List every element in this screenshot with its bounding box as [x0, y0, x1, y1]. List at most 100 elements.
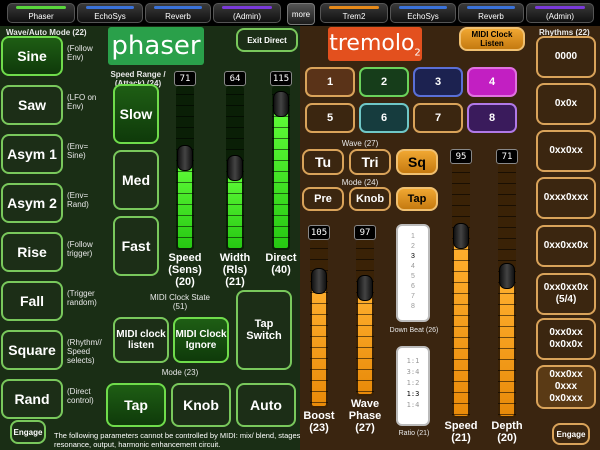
trem-midi-clock-listen-button[interactable]: MIDI Clock Listen [459, 27, 525, 51]
tremolo-engage-button[interactable]: Engage [552, 423, 590, 445]
slider-segment-line [226, 105, 244, 106]
exit-direct-button[interactable]: Exit Direct [236, 28, 298, 52]
slider-segment-line [356, 325, 374, 326]
tab-reverb-left[interactable]: Reverb [145, 3, 211, 23]
trem-mode-tap-button[interactable]: Tap [396, 187, 438, 211]
slider-segment-line [272, 171, 290, 172]
tab-echosys-right[interactable]: EchoSys [390, 3, 456, 23]
tap-switch-button[interactable]: Tap Switch [236, 290, 292, 370]
wave-mode-saw-button[interactable]: Saw [1, 85, 63, 125]
midi-clock-ignore-button[interactable]: MIDI Clock Ignore [173, 317, 229, 363]
mode-auto-button[interactable]: Auto [236, 383, 296, 427]
ratio-option[interactable]: 1:3 [398, 389, 428, 400]
tab-echosys-left[interactable]: EchoSys [77, 3, 143, 23]
slider-thumb[interactable] [177, 145, 193, 171]
preset-5-button[interactable]: 5 [305, 103, 355, 133]
slider-thumb[interactable] [311, 268, 327, 294]
mode-pre-button[interactable]: Pre [302, 187, 344, 211]
mode-knob-button[interactable]: Knob [171, 383, 231, 427]
tab-admin-right[interactable]: (Admin) [526, 3, 594, 23]
wave-mode-square-button[interactable]: Square [1, 330, 63, 370]
ratio-picker[interactable]: 1:1 3:4 1:2 1:3 1:4 [396, 346, 430, 426]
slider-segment-line [452, 348, 470, 349]
preset-4-button[interactable]: 4 [467, 67, 517, 97]
down-beat-option[interactable]: 2 [398, 242, 428, 252]
wave-tu-button[interactable]: Tu [302, 149, 344, 175]
wave-mode-fall-button[interactable]: Fall [1, 281, 63, 321]
down-beat-option[interactable]: 7 [398, 292, 428, 302]
slider-track[interactable] [310, 240, 328, 408]
slider-thumb[interactable] [227, 155, 243, 181]
slider-segment-line [272, 215, 290, 216]
down-beat-option[interactable]: 6 [398, 282, 428, 292]
wave-mode-sine-button[interactable]: Sine [1, 36, 63, 76]
slider-thumb[interactable] [357, 275, 373, 301]
slider-segment-line [176, 171, 194, 172]
down-beat-option[interactable]: 5 [398, 272, 428, 282]
preset-3-button[interactable]: 3 [413, 67, 463, 97]
down-beat-option[interactable]: 8 [398, 302, 428, 312]
wave-tri-button[interactable]: Tri [349, 149, 391, 175]
wave-mode-asym2-button[interactable]: Asym 2 [1, 183, 63, 223]
slider-fill [312, 281, 326, 406]
slider-label: Depth (20) [491, 420, 523, 444]
slider-segment-line [176, 105, 194, 106]
slider-segment-line [176, 182, 194, 183]
slider-segment-line [498, 205, 516, 206]
tab-phaser[interactable]: Phaser [7, 3, 75, 23]
midi-clock-listen-button[interactable]: MIDI clock listen [113, 317, 169, 363]
ratio-option[interactable]: 1:2 [398, 378, 428, 389]
rhythm-button[interactable]: 0xx0xx 0xxx 0x0xxx [536, 365, 596, 409]
down-beat-option[interactable]: 1 [398, 232, 428, 242]
slider-track[interactable] [356, 240, 374, 396]
wave-mode-asym1-button[interactable]: Asym 1 [1, 134, 63, 174]
slider-track[interactable] [272, 86, 290, 250]
speed-range-slow-button[interactable]: Slow [113, 84, 159, 144]
slider-segment-line [310, 303, 328, 304]
tab-trem2[interactable]: Trem2 [320, 3, 388, 23]
trem-wave-label: Wave (27) [341, 139, 379, 148]
slider-track[interactable] [176, 86, 194, 250]
ratio-option[interactable]: 1:4 [398, 400, 428, 411]
rhythm-button[interactable]: 0000 [536, 36, 596, 78]
slider-thumb[interactable] [499, 263, 515, 289]
slider-thumb[interactable] [453, 223, 469, 249]
more-button[interactable]: more [287, 3, 315, 25]
phaser-engage-button[interactable]: Engage [10, 420, 46, 444]
rhythm-button[interactable]: 0xx0xx0x (5/4) [536, 273, 596, 315]
down-beat-option[interactable]: 4 [398, 262, 428, 272]
tab-admin-left[interactable]: (Admin) [213, 3, 281, 23]
tab-indicator [535, 6, 585, 9]
preset-7-button[interactable]: 7 [413, 103, 463, 133]
preset-2-button[interactable]: 2 [359, 67, 409, 97]
slider-segment-line [226, 116, 244, 117]
slider-segment-line [226, 215, 244, 216]
rhythm-button[interactable]: 0xx0xx0x [536, 225, 596, 267]
rhythm-button[interactable]: 0x0x [536, 83, 596, 125]
slider-track[interactable] [226, 86, 244, 250]
preset-6-button[interactable]: 6 [359, 103, 409, 133]
slider-thumb[interactable] [273, 91, 289, 117]
tab-reverb-right[interactable]: Reverb [458, 3, 524, 23]
wave-sq-button[interactable]: Sq [396, 149, 438, 175]
rhythm-button[interactable]: 0xx0xx 0x0x0x [536, 318, 596, 360]
trem-mode-knob-button[interactable]: Knob [349, 187, 391, 211]
rhythm-button[interactable]: 0xxx0xxx [536, 177, 596, 219]
preset-1-button[interactable]: 1 [305, 67, 355, 97]
slider-track[interactable] [498, 164, 516, 418]
wave-mode-rand-button[interactable]: Rand [1, 379, 63, 419]
slider-track[interactable] [452, 164, 470, 418]
down-beat-picker[interactable]: 12345678 [396, 224, 430, 322]
down-beat-option[interactable]: 3 [398, 252, 428, 262]
tab-indicator [16, 6, 66, 9]
mode-tap-button[interactable]: Tap [106, 383, 166, 427]
speed-range-fast-button[interactable]: Fast [113, 216, 159, 276]
slider-label: Speed (21) [444, 420, 478, 444]
wave-mode-desc: (Trigger random) [67, 289, 97, 307]
ratio-option[interactable]: 3:4 [398, 367, 428, 378]
speed-range-med-button[interactable]: Med [113, 150, 159, 210]
ratio-option[interactable]: 1:1 [398, 356, 428, 367]
wave-mode-rise-button[interactable]: Rise [1, 232, 63, 272]
preset-8-button[interactable]: 8 [467, 103, 517, 133]
rhythm-button[interactable]: 0xx0xx [536, 130, 596, 172]
